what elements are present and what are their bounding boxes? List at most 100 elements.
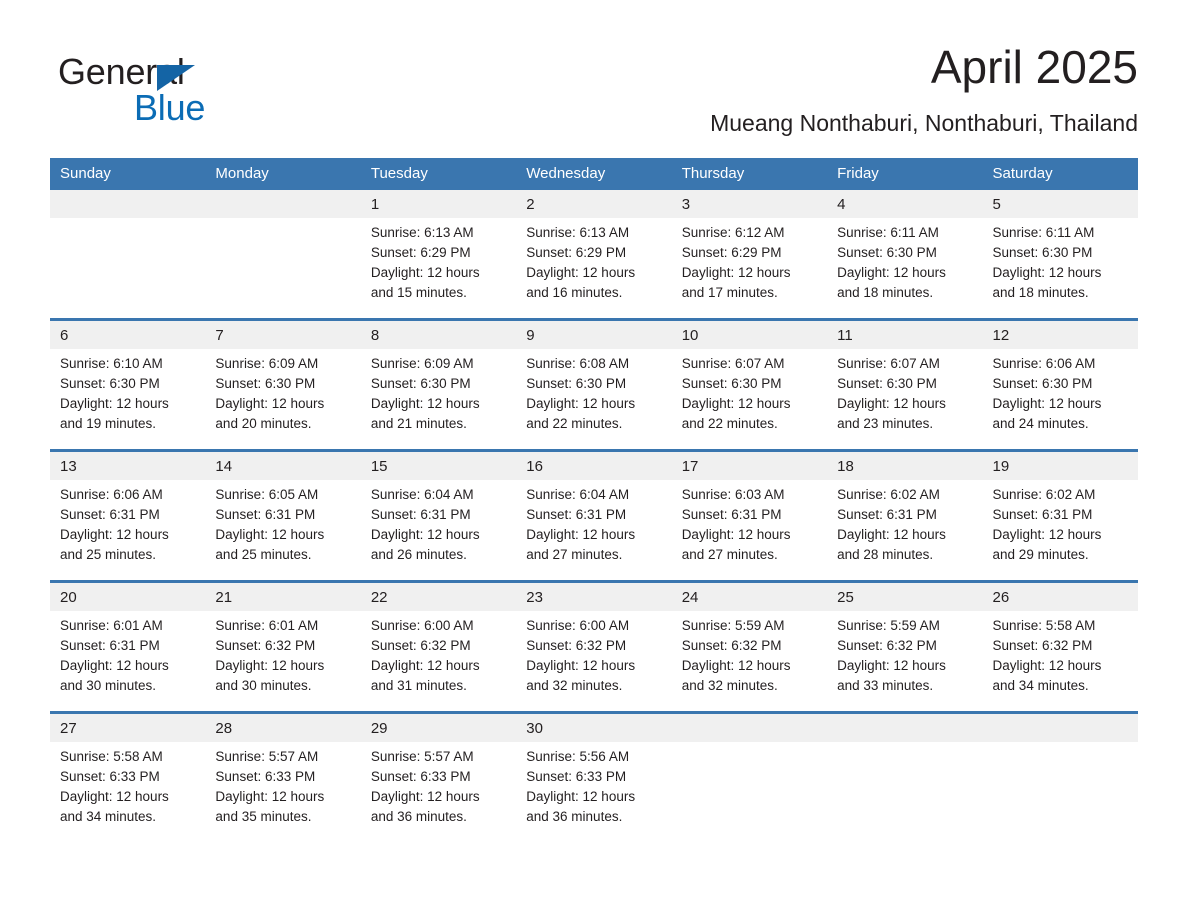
weekday-header-row: Sunday Monday Tuesday Wednesday Thursday… (50, 158, 1138, 190)
day-cell[interactable]: Sunrise: 6:13 AM Sunset: 6:29 PM Dayligh… (516, 218, 672, 320)
location-subtitle: Mueang Nonthaburi, Nonthaburi, Thailand (710, 110, 1138, 136)
day-number[interactable]: 19 (982, 449, 1138, 480)
day-detail-row: Sunrise: 6:10 AM Sunset: 6:30 PM Dayligh… (50, 349, 1138, 451)
sunset-text: Sunset: 6:29 PM (681, 245, 782, 260)
day-cell[interactable]: Sunrise: 6:12 AM Sunset: 6:29 PM Dayligh… (671, 218, 828, 320)
weekday-header-wednesday: Wednesday (516, 158, 672, 190)
day-number[interactable]: 24 (671, 580, 828, 611)
sunrise-text: Sunrise: 6:09 AM (215, 356, 319, 371)
daylight-text-1: Daylight: 12 hours (992, 396, 1102, 411)
daylight-text-2: and 20 minutes. (215, 416, 312, 431)
day-cell[interactable]: Sunrise: 6:04 AM Sunset: 6:31 PM Dayligh… (360, 480, 517, 582)
day-number[interactable]: 2 (516, 190, 672, 218)
day-cell[interactable]: Sunrise: 6:11 AM Sunset: 6:30 PM Dayligh… (827, 218, 983, 320)
day-number[interactable]: 4 (827, 190, 983, 218)
day-cell[interactable]: Sunrise: 6:02 AM Sunset: 6:31 PM Dayligh… (982, 480, 1138, 582)
day-number[interactable]: 1 (360, 190, 517, 218)
day-number[interactable]: 9 (516, 318, 672, 349)
day-cell[interactable]: Sunrise: 6:08 AM Sunset: 6:30 PM Dayligh… (516, 349, 672, 451)
day-cell[interactable]: Sunrise: 6:09 AM Sunset: 6:30 PM Dayligh… (205, 349, 361, 451)
day-number[interactable] (50, 190, 206, 218)
sunset-text: Sunset: 6:30 PM (215, 376, 316, 391)
sunrise-text: Sunrise: 6:03 AM (681, 487, 785, 502)
daylight-text-1: Daylight: 12 hours (370, 789, 480, 804)
day-number[interactable]: 14 (205, 449, 361, 480)
day-number[interactable]: 18 (827, 449, 983, 480)
day-cell[interactable]: Sunrise: 6:00 AM Sunset: 6:32 PM Dayligh… (516, 611, 672, 713)
day-number[interactable] (982, 711, 1138, 742)
day-cell[interactable]: Sunrise: 6:10 AM Sunset: 6:30 PM Dayligh… (50, 349, 206, 451)
sunset-text: Sunset: 6:30 PM (526, 376, 627, 391)
sunrise-text: Sunrise: 6:04 AM (370, 487, 474, 502)
day-number[interactable]: 21 (205, 580, 361, 611)
day-number[interactable]: 17 (671, 449, 828, 480)
day-number[interactable]: 7 (205, 318, 361, 349)
day-number[interactable]: 25 (827, 580, 983, 611)
day-number[interactable] (205, 190, 361, 218)
day-number[interactable]: 30 (516, 711, 672, 742)
day-cell[interactable]: Sunrise: 5:58 AM Sunset: 6:33 PM Dayligh… (50, 742, 206, 842)
day-number[interactable]: 20 (50, 580, 206, 611)
sunset-text: Sunset: 6:32 PM (215, 638, 316, 653)
day-cell-empty (671, 742, 828, 842)
daylight-text-1: Daylight: 12 hours (526, 658, 636, 673)
sunset-text: Sunset: 6:31 PM (992, 507, 1093, 522)
day-number[interactable]: 13 (50, 449, 206, 480)
day-number[interactable]: 5 (982, 190, 1138, 218)
day-number[interactable]: 12 (982, 318, 1138, 349)
general-blue-logo[interactable]: General Blue (58, 52, 318, 132)
daylight-text-2: and 34 minutes. (992, 678, 1089, 693)
daylight-text-1: Daylight: 12 hours (992, 658, 1102, 673)
day-cell[interactable]: Sunrise: 6:09 AM Sunset: 6:30 PM Dayligh… (360, 349, 517, 451)
day-number[interactable]: 23 (516, 580, 672, 611)
day-cell[interactable]: Sunrise: 5:57 AM Sunset: 6:33 PM Dayligh… (360, 742, 517, 842)
day-cell[interactable]: Sunrise: 6:01 AM Sunset: 6:32 PM Dayligh… (205, 611, 361, 713)
day-number[interactable] (671, 711, 828, 742)
daylight-text-1: Daylight: 12 hours (60, 789, 169, 804)
day-cell[interactable]: Sunrise: 6:07 AM Sunset: 6:30 PM Dayligh… (827, 349, 983, 451)
day-number[interactable]: 10 (671, 318, 828, 349)
day-number[interactable]: 3 (671, 190, 828, 218)
daylight-text-1: Daylight: 12 hours (681, 396, 791, 411)
day-number[interactable]: 8 (360, 318, 517, 349)
day-cell[interactable]: Sunrise: 6:00 AM Sunset: 6:32 PM Dayligh… (360, 611, 517, 713)
day-number[interactable]: 6 (50, 318, 206, 349)
daylight-text-2: and 30 minutes. (215, 678, 312, 693)
day-cell[interactable]: Sunrise: 6:03 AM Sunset: 6:31 PM Dayligh… (671, 480, 828, 582)
day-cell[interactable]: Sunrise: 6:06 AM Sunset: 6:30 PM Dayligh… (982, 349, 1138, 451)
sunrise-text: Sunrise: 6:13 AM (526, 225, 630, 240)
day-number[interactable]: 26 (982, 580, 1138, 611)
day-detail-row: Sunrise: 6:01 AM Sunset: 6:31 PM Dayligh… (50, 611, 1138, 713)
weekday-header-sunday: Sunday (50, 158, 206, 190)
day-number[interactable]: 29 (360, 711, 517, 742)
day-cell[interactable]: Sunrise: 6:02 AM Sunset: 6:31 PM Dayligh… (827, 480, 983, 582)
sunset-text: Sunset: 6:31 PM (60, 507, 160, 522)
day-cell[interactable]: Sunrise: 6:05 AM Sunset: 6:31 PM Dayligh… (205, 480, 361, 582)
day-number[interactable] (827, 711, 983, 742)
day-cell[interactable]: Sunrise: 6:01 AM Sunset: 6:31 PM Dayligh… (50, 611, 206, 713)
day-cell[interactable]: Sunrise: 6:11 AM Sunset: 6:30 PM Dayligh… (982, 218, 1138, 320)
sunset-text: Sunset: 6:31 PM (370, 507, 471, 522)
daylight-text-2: and 18 minutes. (992, 285, 1089, 300)
day-cell[interactable]: Sunrise: 5:57 AM Sunset: 6:33 PM Dayligh… (205, 742, 361, 842)
weekday-header-saturday: Saturday (982, 158, 1138, 190)
day-number[interactable]: 15 (360, 449, 517, 480)
day-number[interactable]: 22 (360, 580, 517, 611)
day-cell[interactable]: Sunrise: 5:59 AM Sunset: 6:32 PM Dayligh… (671, 611, 828, 713)
day-cell[interactable]: Sunrise: 6:04 AM Sunset: 6:31 PM Dayligh… (516, 480, 672, 582)
day-cell[interactable]: Sunrise: 6:13 AM Sunset: 6:29 PM Dayligh… (360, 218, 517, 320)
daylight-text-2: and 34 minutes. (60, 809, 157, 824)
day-cell[interactable]: Sunrise: 6:06 AM Sunset: 6:31 PM Dayligh… (50, 480, 206, 582)
day-cell[interactable]: Sunrise: 5:56 AM Sunset: 6:33 PM Dayligh… (516, 742, 672, 842)
day-number[interactable]: 27 (50, 711, 206, 742)
daylight-text-1: Daylight: 12 hours (215, 789, 325, 804)
sunrise-text: Sunrise: 6:12 AM (681, 225, 785, 240)
day-cell[interactable]: Sunrise: 6:07 AM Sunset: 6:30 PM Dayligh… (671, 349, 828, 451)
day-cell[interactable]: Sunrise: 5:58 AM Sunset: 6:32 PM Dayligh… (982, 611, 1138, 713)
sunrise-text: Sunrise: 6:02 AM (837, 487, 940, 502)
day-cell[interactable]: Sunrise: 5:59 AM Sunset: 6:32 PM Dayligh… (827, 611, 983, 713)
sunset-text: Sunset: 6:31 PM (681, 507, 782, 522)
day-number[interactable]: 16 (516, 449, 672, 480)
day-number[interactable]: 28 (205, 711, 361, 742)
day-number[interactable]: 11 (827, 318, 983, 349)
